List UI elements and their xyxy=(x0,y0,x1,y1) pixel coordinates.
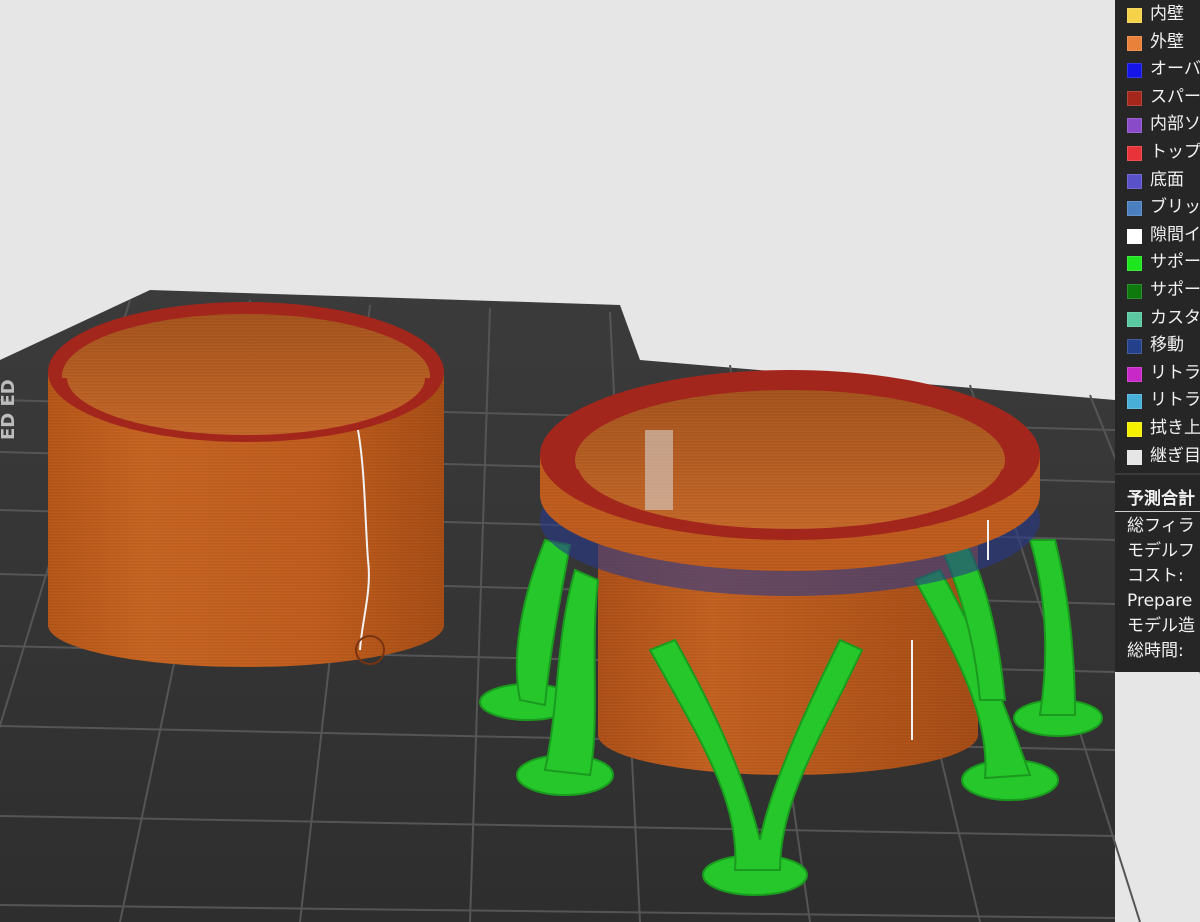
legend-swatch xyxy=(1127,422,1142,437)
plate-logo-text: ED ED xyxy=(0,379,19,440)
legend-swatch xyxy=(1127,35,1142,51)
legend-item[interactable]: 隙間イ xyxy=(1115,222,1200,249)
legend-item[interactable]: 拭き上 xyxy=(1115,415,1200,442)
legend-label: 移動 xyxy=(1150,335,1184,356)
legend-swatch xyxy=(1127,118,1142,134)
legend-swatch xyxy=(1127,90,1142,106)
legend-label: オーバ xyxy=(1150,59,1200,80)
legend-label: 外壁 xyxy=(1150,31,1184,52)
legend-swatch xyxy=(1127,228,1142,244)
legend-label: サポー xyxy=(1150,280,1200,300)
legend-item[interactable]: 底面 xyxy=(1115,167,1200,194)
legend-item[interactable]: トップ xyxy=(1115,139,1200,166)
estimate-title: 予測合計 xyxy=(1127,489,1195,509)
legend-item[interactable]: 移動 xyxy=(1115,332,1200,359)
legend-item[interactable]: 内部ソ xyxy=(1115,111,1200,138)
legend-panel: 内壁 外壁 オーバ スパー 内部ソ トップ 底面 ブリッ 隙間イ サポー サポー カスタ 移動 リトラ リト… xyxy=(1115,0,1200,672)
legend-item[interactable]: 内壁 xyxy=(1115,1,1200,28)
estimate-row: Prepare xyxy=(1127,591,1193,611)
legend-divider xyxy=(1115,473,1200,475)
legend-label: 継ぎ目 xyxy=(1150,445,1200,466)
legend-label: ブリッ xyxy=(1150,197,1200,218)
legend-swatch xyxy=(1127,284,1142,299)
legend-item[interactable]: リトラ xyxy=(1115,387,1200,414)
estimate-divider xyxy=(1115,511,1200,512)
legend-label: トップ xyxy=(1150,142,1200,162)
legend-label: リトラ xyxy=(1150,390,1200,411)
legend-swatch xyxy=(1127,366,1142,382)
estimate-row: 総時間: xyxy=(1127,641,1184,661)
legend-label: リトラ xyxy=(1150,362,1200,383)
estimate-row: モデルフ xyxy=(1127,541,1195,561)
legend-label: カスタ xyxy=(1150,307,1200,328)
legend-swatch xyxy=(1127,449,1142,465)
legend-swatch xyxy=(1127,173,1142,189)
estimate-row: モデル造 xyxy=(1127,616,1195,636)
legend-swatch xyxy=(1127,146,1142,161)
legend-item[interactable]: リトラ xyxy=(1115,360,1200,387)
legend-item[interactable]: オーバ xyxy=(1115,56,1200,83)
legend-swatch xyxy=(1127,339,1142,355)
legend-label: スパー xyxy=(1150,86,1200,107)
legend-swatch xyxy=(1127,63,1142,79)
legend-label: 底面 xyxy=(1150,169,1184,190)
legend-label: 内部ソ xyxy=(1150,114,1200,135)
legend-label: 隙間イ xyxy=(1150,224,1200,245)
legend-swatch xyxy=(1127,256,1142,272)
left-cylinder-model[interactable] xyxy=(48,302,444,667)
legend-item[interactable]: 外壁 xyxy=(1115,29,1200,56)
legend-label: 拭き上 xyxy=(1150,418,1200,438)
legend-item[interactable]: カスタ xyxy=(1115,305,1200,332)
estimate-row: 総フィラ xyxy=(1127,516,1195,536)
legend-item[interactable]: 継ぎ目 xyxy=(1115,443,1200,470)
legend-label: 内壁 xyxy=(1150,4,1184,24)
3d-viewport[interactable]: ED ED xyxy=(0,0,1200,922)
legend-swatch xyxy=(1127,311,1142,327)
legend-item[interactable]: サポー xyxy=(1115,277,1200,304)
legend-label: サポー xyxy=(1150,252,1200,273)
legend-item[interactable]: サポー xyxy=(1115,249,1200,276)
legend-swatch xyxy=(1127,394,1142,410)
legend-swatch xyxy=(1127,8,1142,23)
legend-item[interactable]: ブリッ xyxy=(1115,194,1200,221)
legend-swatch xyxy=(1127,201,1142,217)
estimate-row: コスト: xyxy=(1127,566,1184,586)
legend-item[interactable]: スパー xyxy=(1115,84,1200,111)
